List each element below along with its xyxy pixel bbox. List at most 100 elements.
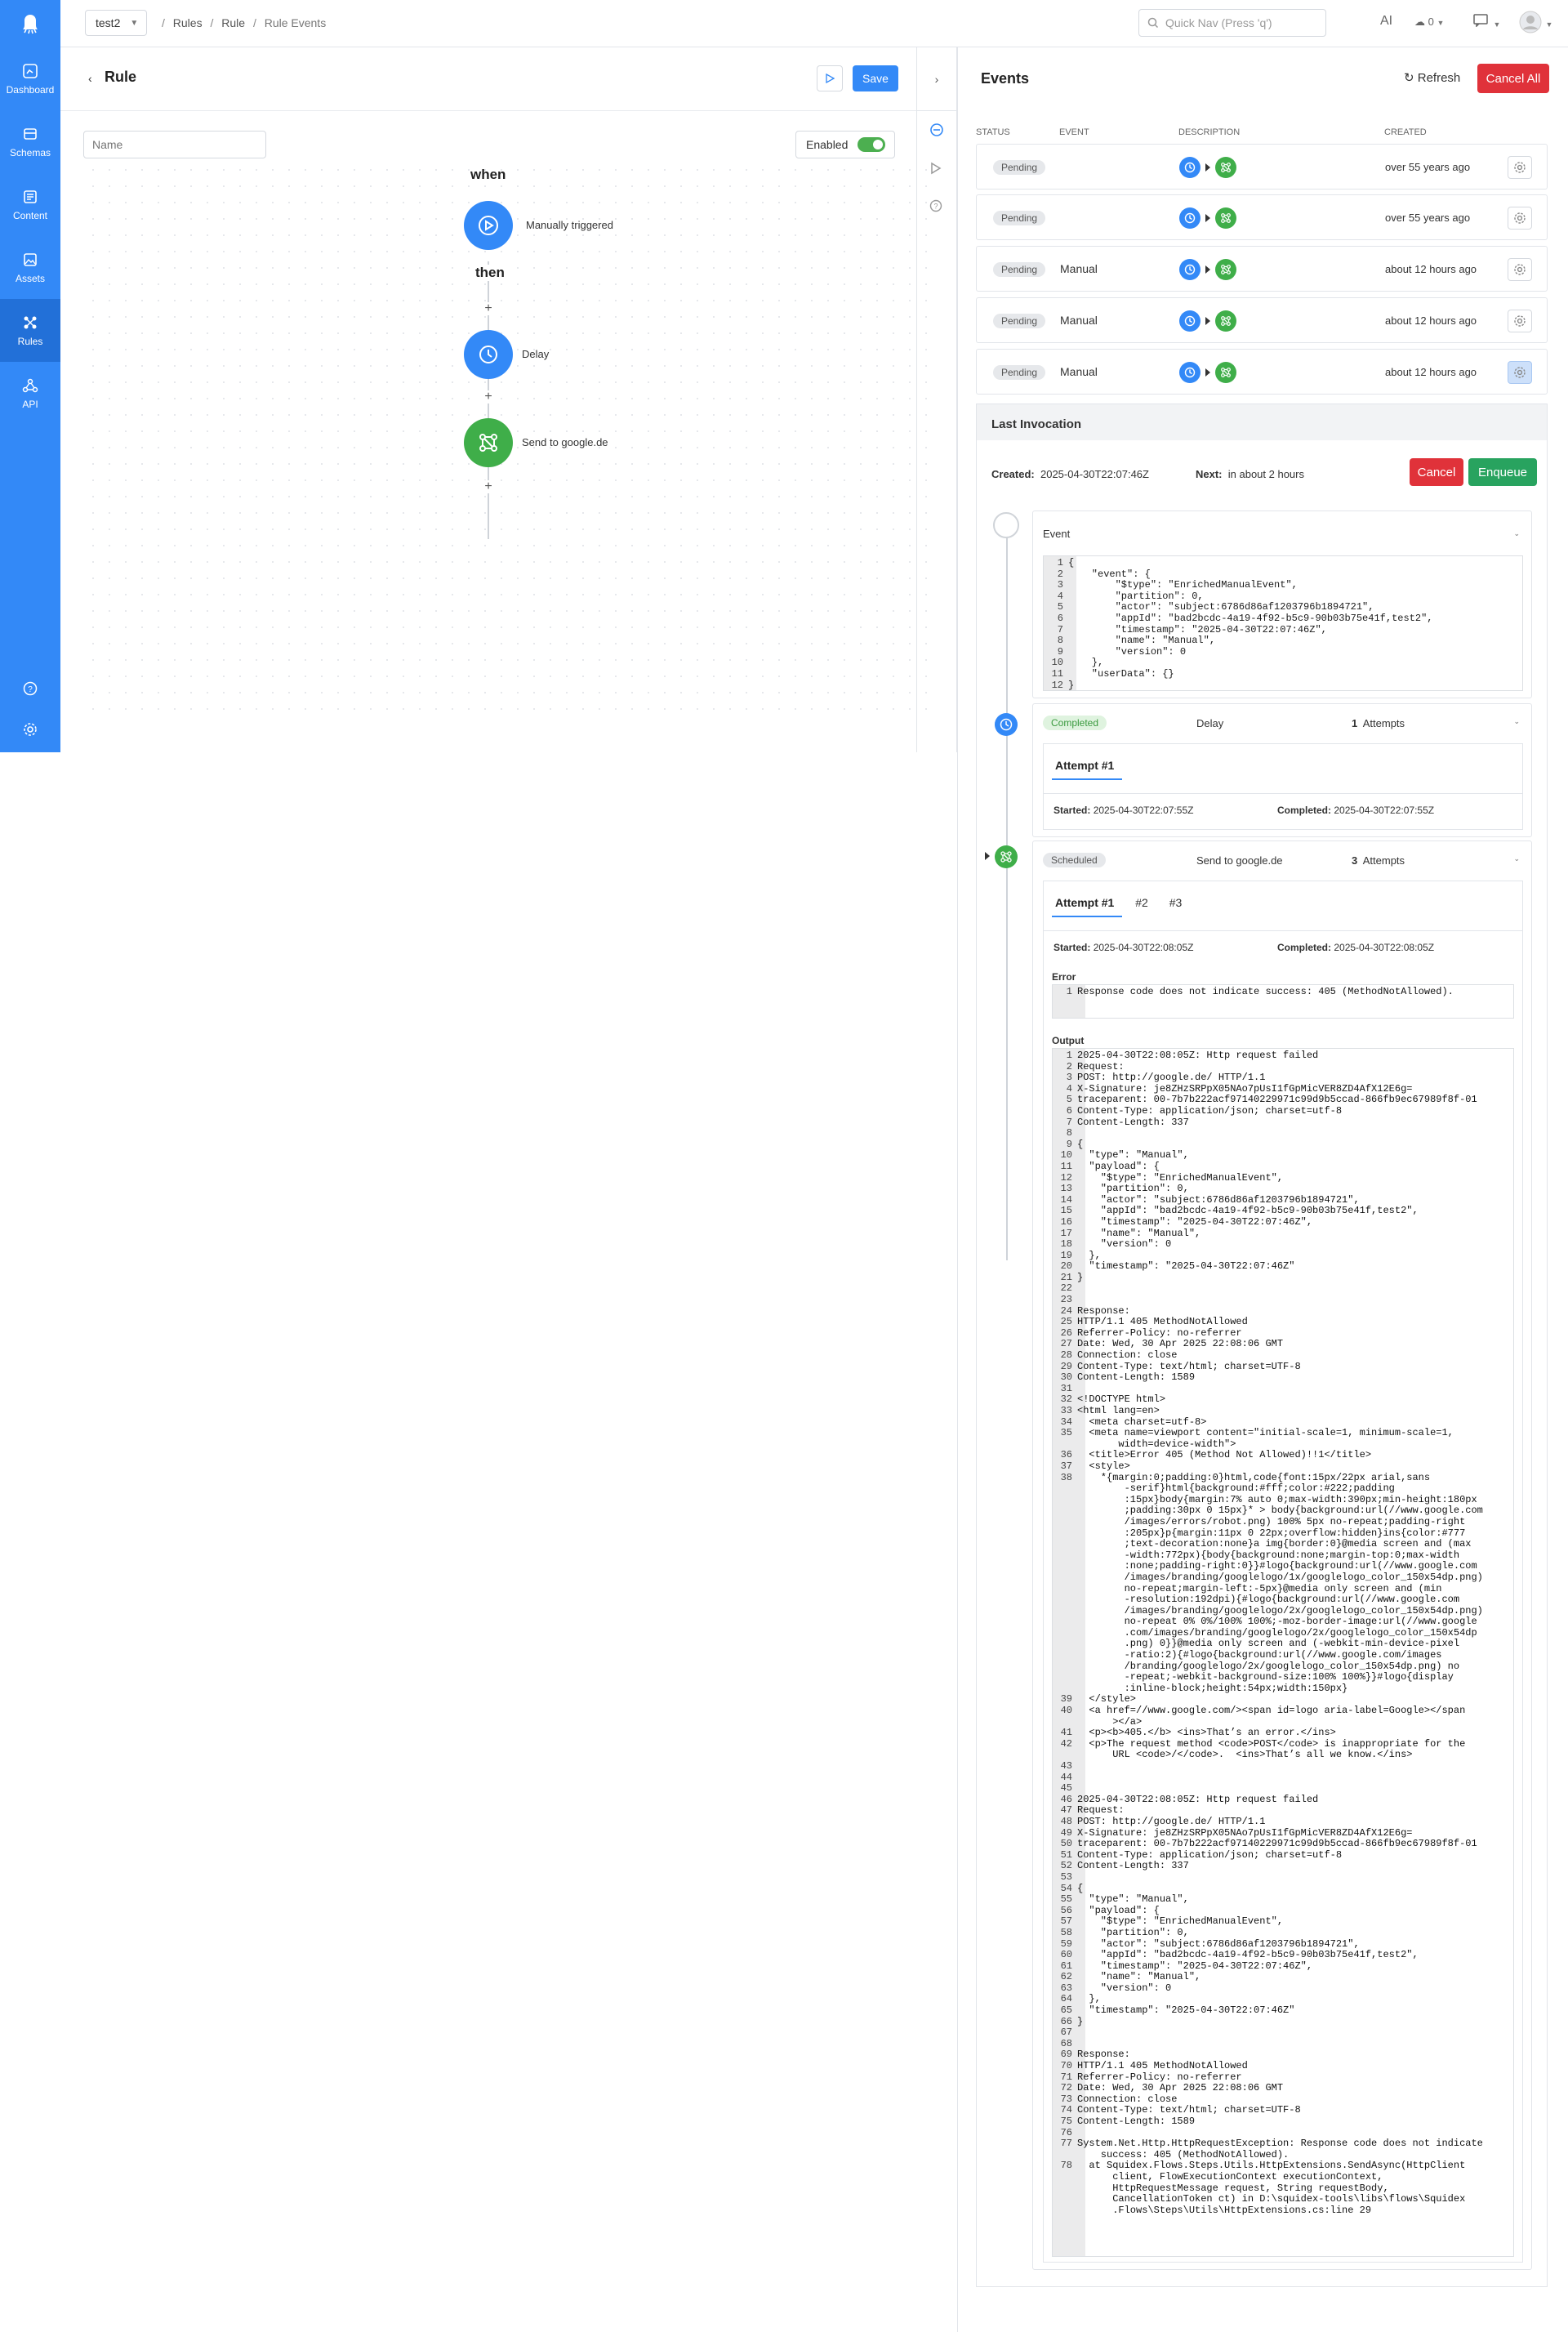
- event-details-button[interactable]: [1508, 207, 1532, 230]
- code-line: 58 "partition": 0,: [1060, 1926, 1189, 1938]
- event-json-editor[interactable]: 1{2 "event": {3 "$type": "EnrichedManual…: [1043, 555, 1523, 691]
- completed-value: 2025-04-30T22:07:55Z: [1334, 805, 1435, 816]
- run-rule-button[interactable]: [817, 65, 843, 91]
- code-line: URL <code>/</code>. <ins>That’s all we k…: [1077, 1749, 1413, 1761]
- add-step-button[interactable]: +: [480, 390, 497, 404]
- nav-dashboard[interactable]: Dashboard: [0, 47, 60, 110]
- quick-nav-input[interactable]: Quick Nav (Press 'q'): [1138, 9, 1326, 37]
- event-card: Event ⌄ 1{2 "event": {3 "$type": "Enrich…: [1032, 511, 1532, 698]
- history-icon: [930, 123, 943, 136]
- nav-label: API: [22, 398, 38, 410]
- add-step-button[interactable]: +: [480, 480, 497, 493]
- code-line: 6 Content-Type: application/json; charset…: [1066, 1104, 1343, 1117]
- gear-icon: [1514, 162, 1526, 173]
- webhook-node[interactable]: [464, 418, 513, 467]
- settings-button[interactable]: [0, 722, 60, 737]
- last-invocation: Last Invocation Created: 2025-04-30T22:0…: [976, 404, 1548, 2287]
- code-line: 45: [1060, 1782, 1072, 1795]
- event-details-button[interactable]: [1508, 156, 1532, 179]
- nav-assets[interactable]: Assets: [0, 236, 60, 299]
- rule-name-input[interactable]: [83, 131, 266, 158]
- upload-status[interactable]: ☁ 0 ▼: [1414, 16, 1444, 29]
- nav-api[interactable]: API: [0, 362, 60, 425]
- clock-icon: [1000, 718, 1013, 731]
- code-line: 55 "type": "Manual",: [1060, 1893, 1189, 1906]
- breadcrumb-rules[interactable]: Rules: [173, 16, 203, 29]
- code-line: .com/images/branding/googlelogo/2x/googl…: [1077, 1626, 1477, 1639]
- user-menu[interactable]: ▼: [1519, 11, 1552, 38]
- refresh-button[interactable]: ↻ Refresh: [1404, 70, 1460, 85]
- nav-content[interactable]: Content: [0, 173, 60, 236]
- webhook-step-label: Send to google.de: [522, 436, 608, 448]
- event-details-button[interactable]: [1508, 258, 1532, 281]
- last-invocation-title: Last Invocation: [977, 404, 1547, 440]
- output-editor[interactable]: 1 2025-04-30T22:08:05Z: Http request fail…: [1052, 1048, 1514, 2257]
- toggle-switch[interactable]: [858, 137, 886, 152]
- next-label: Next:: [1196, 468, 1223, 480]
- code-line: 5 traceparent: 00-7b7b222acf97140229971c9…: [1066, 1094, 1477, 1106]
- gear-icon: [24, 723, 37, 736]
- tab-attempt-1[interactable]: Attempt #1: [1055, 759, 1114, 772]
- chevron-down-icon[interactable]: ⌄: [1513, 854, 1520, 863]
- help-button[interactable]: ?: [0, 681, 60, 696]
- code-line: 76: [1060, 2126, 1072, 2138]
- timeline-line: [1006, 525, 1008, 1260]
- tab-attempt-2[interactable]: #2: [1135, 896, 1148, 909]
- cancel-button[interactable]: Cancel: [1410, 458, 1463, 486]
- completed-label: Completed:: [1277, 942, 1331, 953]
- clock-icon: [1179, 259, 1200, 280]
- save-button[interactable]: Save: [853, 65, 898, 91]
- nav-schemas[interactable]: Schemas: [0, 110, 60, 173]
- tab-attempt-3[interactable]: #3: [1169, 896, 1183, 909]
- chevron-right-icon: ›: [934, 72, 939, 86]
- enqueue-button[interactable]: Enqueue: [1468, 458, 1537, 486]
- back-chevron-icon[interactable]: ‹: [88, 72, 92, 85]
- history-button[interactable]: [929, 123, 944, 141]
- squidex-logo[interactable]: [0, 0, 60, 47]
- code-line: :inline-block;height:54px;width:150px}: [1077, 1682, 1348, 1694]
- event-row[interactable]: Pending Manual about 12 hours ago: [976, 349, 1548, 395]
- attempt-panel: Attempt #1 Started: 2025-04-30T22:07:55Z…: [1043, 743, 1523, 830]
- enabled-toggle[interactable]: Enabled: [795, 131, 895, 158]
- code-line: -resolution:192dpi){#logo{background:url…: [1077, 1594, 1460, 1606]
- event-row[interactable]: Pending Manual about 12 hours ago: [976, 246, 1548, 292]
- code-line: :15px}body{margin:7% auto 0;max-width:39…: [1077, 1493, 1477, 1505]
- chevron-down-icon[interactable]: ⌄: [1513, 529, 1520, 538]
- collapse-panel-button[interactable]: ›: [916, 47, 957, 111]
- code-line: 3 POST: http://google.de/ HTTP/1.1: [1066, 1072, 1266, 1084]
- rule-header: ‹ Rule Save: [60, 47, 957, 111]
- event-row[interactable]: Pending Manual about 12 hours ago: [976, 297, 1548, 343]
- code-line: 4 "partition": 0,: [1057, 590, 1204, 602]
- feedback-button[interactable]: ▼: [1473, 14, 1500, 31]
- simulate-button[interactable]: [929, 162, 942, 179]
- delay-step-label: Delay: [522, 348, 550, 360]
- nav-rules[interactable]: Rules: [0, 299, 60, 362]
- event-details-button[interactable]: [1508, 310, 1532, 332]
- cancel-all-button[interactable]: Cancel All: [1477, 64, 1549, 93]
- event-name: Manual: [1060, 314, 1098, 327]
- enabled-label: Enabled: [806, 138, 849, 151]
- event-details-button[interactable]: [1508, 361, 1532, 384]
- add-step-button[interactable]: +: [480, 302, 497, 315]
- trigger-node[interactable]: [464, 201, 513, 250]
- chevron-down-icon: ▼: [130, 18, 139, 28]
- delay-node[interactable]: [464, 330, 513, 379]
- code-line: 71 Referrer-Policy: no-referrer: [1060, 2071, 1242, 2083]
- code-line: 46 2025-04-30T22:08:05Z: Http request fai…: [1060, 1793, 1319, 1805]
- breadcrumb-rule[interactable]: Rule: [221, 16, 245, 29]
- help-button[interactable]: ?: [929, 199, 942, 216]
- created-value: 2025-04-30T22:07:46Z: [1040, 468, 1149, 480]
- event-row[interactable]: Pending over 55 years ago: [976, 194, 1548, 240]
- code-line: no-repeat 0% 0%/100% 100%;-moz-border-im…: [1077, 1616, 1477, 1628]
- code-line: -repeat;-webkit-background-size:100% 100…: [1077, 1671, 1454, 1683]
- error-editor[interactable]: 1 Response code does not indicate success…: [1052, 984, 1514, 1019]
- ai-button[interactable]: AI: [1380, 14, 1392, 29]
- event-card-title: Event: [1043, 528, 1071, 540]
- event-row[interactable]: Pending over 55 years ago: [976, 144, 1548, 190]
- event-created: about 12 hours ago: [1385, 366, 1477, 378]
- code-line: 25 HTTP/1.1 405 MethodNotAllowed: [1060, 1316, 1248, 1328]
- tab-attempt-1[interactable]: Attempt #1: [1055, 896, 1114, 909]
- events-header: Events ↻ Refresh Cancel All: [958, 47, 1568, 111]
- chevron-down-icon[interactable]: ⌄: [1513, 717, 1520, 726]
- app-selector[interactable]: test2 ▼: [85, 10, 147, 36]
